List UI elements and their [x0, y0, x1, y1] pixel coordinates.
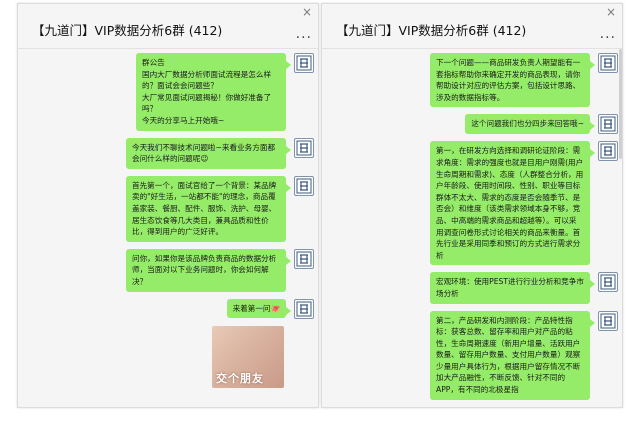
avatar[interactable]	[598, 53, 618, 73]
logo-icon	[296, 178, 312, 194]
avatar[interactable]	[294, 298, 314, 319]
logo-icon	[600, 313, 616, 328]
message-bubble[interactable]: 今天我们不聊技术问题啦~来看业务方面都会问什么样的问题呢😉	[126, 137, 291, 169]
message-row: 第二，产品研发和内测阶段：产品特性指标：获客总数、留存率和用户对产品的粘性，生命…	[322, 310, 618, 400]
message-row: 交个朋友	[18, 325, 314, 388]
logo-icon	[296, 301, 312, 316]
message-bubble[interactable]: 第一，在研发方向选择和调研论证阶段：需求角度：需求的强度也就是目用户刚需(用户生…	[430, 141, 595, 266]
message-row: 宏观环境：使用PEST进行行业分析和竞争市场分析	[322, 272, 618, 304]
message-bubble[interactable]: 这个问题我们也分四步来回答哦~	[465, 114, 595, 134]
logo-icon	[600, 274, 616, 290]
message-bubble[interactable]: 第二，产品研发和内测阶段：产品特性指标：获客总数、留存率和用户对产品的粘性，生命…	[430, 310, 595, 400]
message-list[interactable]: 群公告 国内大厂数据分析师面试流程是怎么样的？面试会会问题些？ 大厂常见面试问题…	[18, 49, 318, 388]
avatar[interactable]	[294, 53, 314, 73]
message-row: 下一个问题——商品研发负责人期望能有一套指标帮助你来确定开发的商品表现，请你帮助…	[322, 53, 618, 108]
avatar[interactable]	[598, 114, 618, 135]
message-bubble[interactable]: 下一个问题——商品研发负责人期望能有一套指标帮助你来确定开发的商品表现，请你帮助…	[430, 53, 595, 108]
avatar[interactable]	[598, 141, 618, 162]
message-bubble[interactable]: 宏观环境：使用PEST进行行业分析和竞争市场分析	[430, 272, 595, 304]
image-caption: 交个朋友	[216, 371, 264, 385]
message-row: 问你，如果你是该品牌负责商品的数据分析师，当面对以下业务问题时，你会如何解决？	[18, 248, 314, 292]
logo-icon	[600, 116, 616, 132]
more-options-icon[interactable]: ...	[296, 26, 312, 42]
avatar[interactable]	[294, 137, 314, 158]
close-icon[interactable]: ×	[302, 6, 312, 18]
message-row: 第一，在研发方向选择和调研论证阶段：需求角度：需求的强度也就是目用户刚需(用户生…	[322, 141, 618, 266]
message-bubble[interactable]: 来着第一问🐙	[226, 298, 292, 319]
logo-icon	[296, 55, 312, 71]
avatar[interactable]	[598, 272, 618, 293]
logo-icon	[600, 143, 616, 159]
message-row: 首先第一个，面试官给了一个背景：某品牌卖的"好生活，一站都不能"的理念，商品覆盖…	[18, 175, 314, 242]
image-message[interactable]: 交个朋友	[212, 325, 284, 388]
logo-icon	[296, 251, 312, 267]
message-list[interactable]: 下一个问题——商品研发负责人期望能有一套指标帮助你来确定开发的商品表现，请你帮助…	[322, 49, 622, 400]
logo-icon	[600, 55, 616, 71]
chat-window-right: 【九道门】VIP数据分析6群 (412) × ... 下一个问题——商品研发负责…	[321, 3, 623, 408]
avatar[interactable]	[294, 248, 314, 269]
more-options-icon[interactable]: ...	[600, 26, 616, 42]
message-row: 这个问题我们也分四步来回答哦~	[322, 114, 618, 135]
chat-title: 【九道门】VIP数据分析6群 (412)	[32, 23, 223, 38]
avatar[interactable]	[294, 175, 314, 196]
logo-icon	[296, 140, 312, 156]
message-bubble[interactable]: 问你，如果你是该品牌负责商品的数据分析师，当面对以下业务问题时，你会如何解决？	[126, 248, 291, 292]
message-row: 群公告 国内大厂数据分析师面试流程是怎么样的？面试会会问题些？ 大厂常见面试问题…	[18, 53, 314, 131]
chat-header: 【九道门】VIP数据分析6群 (412) × ...	[18, 4, 318, 49]
avatar[interactable]	[598, 310, 618, 331]
close-icon[interactable]: ×	[606, 6, 616, 18]
chat-window-left: 【九道门】VIP数据分析6群 (412) × ... 群公告 国内大厂数据分析师…	[17, 3, 319, 408]
message-bubble[interactable]: 首先第一个，面试官给了一个背景：某品牌卖的"好生活，一站都不能"的理念，商品覆盖…	[126, 175, 291, 242]
chat-title: 【九道门】VIP数据分析6群 (412)	[336, 23, 527, 38]
chat-header: 【九道门】VIP数据分析6群 (412) × ...	[322, 4, 622, 49]
message-row: 来着第一问🐙	[18, 298, 314, 319]
message-row: 今天我们不聊技术问题啦~来看业务方面都会问什么样的问题呢😉	[18, 137, 314, 169]
message-bubble[interactable]: 群公告 国内大厂数据分析师面试流程是怎么样的？面试会会问题些？ 大厂常见面试问题…	[136, 53, 291, 131]
